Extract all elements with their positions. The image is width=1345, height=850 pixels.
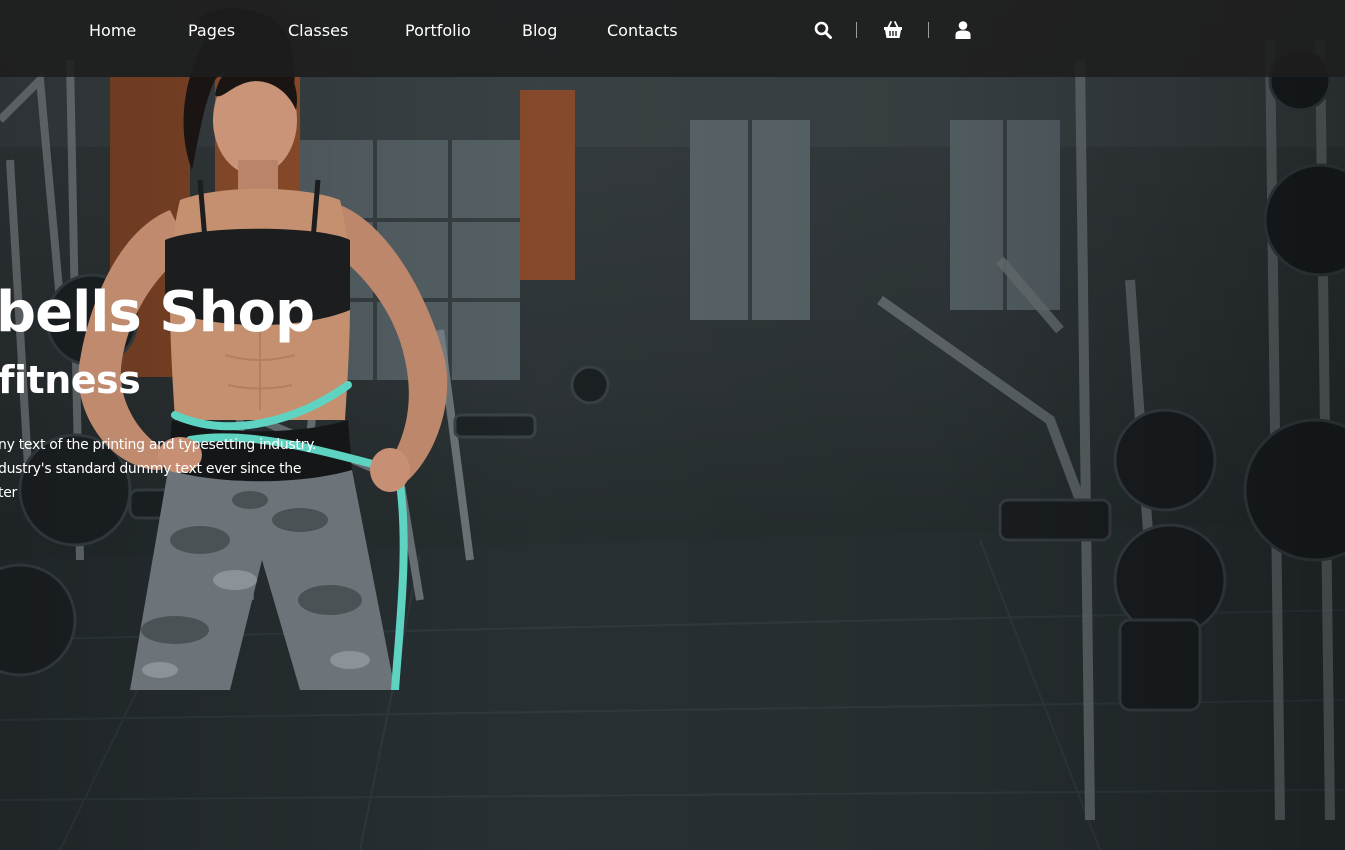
- divider: [856, 22, 857, 38]
- user-icon[interactable]: [952, 19, 974, 41]
- hero-section: [0, 0, 1345, 850]
- hero-headline: bells Shop: [0, 280, 315, 345]
- nav-item-portfolio[interactable]: Portfolio: [405, 21, 471, 40]
- divider: [928, 22, 929, 38]
- hero-subheadline: fitness: [0, 358, 141, 402]
- basket-icon[interactable]: [882, 19, 904, 41]
- nav-item-pages[interactable]: Pages: [188, 21, 235, 40]
- fitness-model-image: [78, 8, 448, 690]
- hero-description-line: ter: [0, 485, 17, 501]
- hero-description-line: dustry's standard dummy text ever since …: [0, 461, 302, 477]
- nav-item-classes[interactable]: Classes: [288, 21, 348, 40]
- nav-item-contacts[interactable]: Contacts: [607, 21, 678, 40]
- hero-description-line: ny text of the printing and typesetting …: [0, 437, 317, 453]
- search-icon[interactable]: [812, 19, 834, 41]
- nav-item-home[interactable]: Home: [89, 21, 136, 40]
- nav-item-blog[interactable]: Blog: [522, 21, 557, 40]
- hero-description: ny text of the printing and typesetting …: [0, 433, 338, 505]
- top-navigation-bar: Home Pages Classes Portfolio Blog Contac…: [0, 0, 1345, 77]
